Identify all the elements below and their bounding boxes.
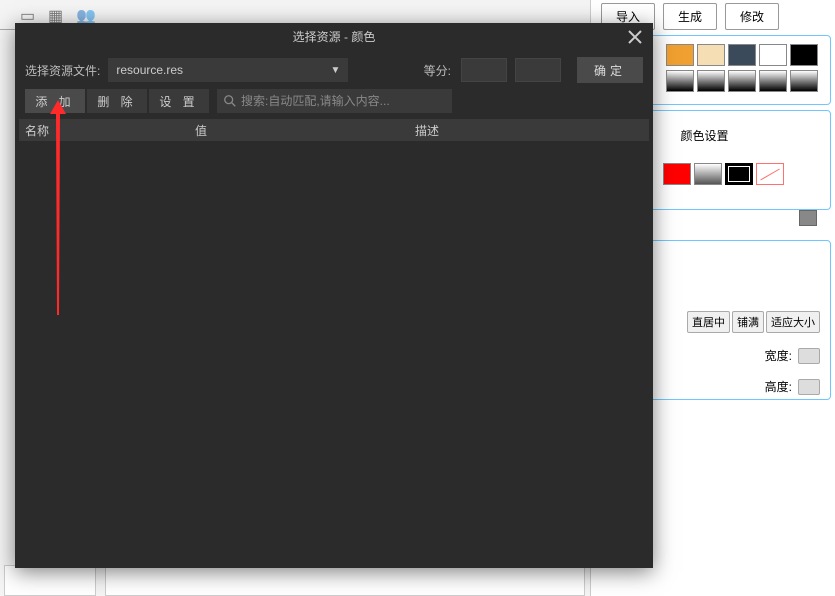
align-center-button[interactable]: 直居中 [687, 311, 730, 333]
resource-file-label: 选择资源文件: [25, 62, 100, 79]
resource-file-value: resource.res [116, 63, 183, 77]
close-icon[interactable] [625, 27, 645, 47]
settings-button[interactable]: 设 置 [149, 89, 209, 113]
search-input[interactable] [241, 94, 446, 108]
col-name[interactable]: 名称 [25, 122, 195, 139]
dialog-title: 选择资源 - 颜色 [293, 30, 376, 44]
resource-file-dropdown[interactable]: resource.res ▼ [108, 58, 348, 82]
swatch-black[interactable] [790, 44, 818, 66]
swatch-grad-5[interactable] [790, 70, 818, 92]
ellipsis-field[interactable] [799, 210, 817, 226]
tool-icon-1[interactable]: ▭ [20, 6, 34, 20]
swatch-cream[interactable] [697, 44, 725, 66]
width-label: 宽度: [765, 347, 792, 364]
swatch-grad-4[interactable] [759, 70, 787, 92]
mini-swatch-red[interactable] [663, 163, 691, 185]
select-resource-dialog: 选择资源 - 颜色 选择资源文件: resource.res ▼ 等分: 确定 … [15, 23, 653, 568]
width-input[interactable] [798, 348, 820, 364]
swatch-dark[interactable] [728, 44, 756, 66]
tool-icon-2[interactable]: ▦ [48, 6, 62, 20]
mini-swatch-none[interactable] [756, 163, 784, 185]
add-button[interactable]: 添 加 [25, 89, 85, 113]
color-settings-label: 颜色设置 [680, 129, 728, 143]
score-input-1[interactable] [461, 58, 507, 82]
height-input[interactable] [798, 379, 820, 395]
swatch-white[interactable] [759, 44, 787, 66]
col-value[interactable]: 值 [195, 122, 395, 139]
mini-swatch-grad[interactable] [694, 163, 722, 185]
confirm-button[interactable]: 确定 [577, 57, 643, 83]
table-body [19, 157, 649, 564]
score-label: 等分: [424, 62, 451, 79]
swatch-grad-3[interactable] [728, 70, 756, 92]
tool-icon-3[interactable]: 👥 [76, 6, 90, 20]
fit-button[interactable]: 适应大小 [766, 311, 820, 333]
swatch-grad-2[interactable] [697, 70, 725, 92]
search-wrap [217, 89, 452, 113]
bg-tab-strip [105, 566, 585, 596]
search-icon [223, 94, 237, 108]
mini-swatch-black[interactable] [725, 163, 753, 185]
fill-button[interactable]: 铺满 [732, 311, 764, 333]
delete-button[interactable]: 删 除 [87, 89, 147, 113]
col-desc[interactable]: 描述 [395, 122, 643, 139]
bg-left-bottom [4, 565, 96, 596]
chevron-down-icon: ▼ [330, 65, 340, 76]
modify-button[interactable]: 修改 [725, 3, 779, 30]
generate-button[interactable]: 生成 [663, 3, 717, 30]
score-input-2[interactable] [515, 58, 561, 82]
swatch-orange[interactable] [666, 44, 694, 66]
dialog-title-bar[interactable]: 选择资源 - 颜色 [15, 23, 653, 51]
table-header: 名称 值 描述 [19, 119, 649, 141]
swatch-grad-1[interactable] [666, 70, 694, 92]
height-label: 高度: [765, 378, 792, 395]
